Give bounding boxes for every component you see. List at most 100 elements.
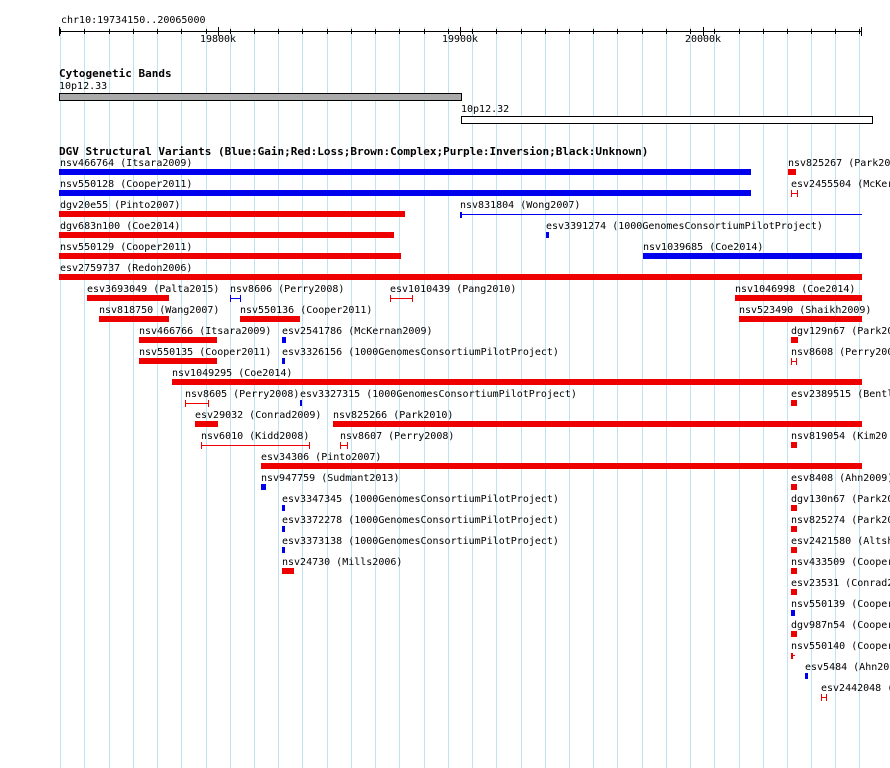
whisker-cap: [208, 400, 209, 407]
sv-feature-label: esv2389515 (Bentl: [791, 389, 890, 400]
grid-line: [787, 27, 788, 768]
sv-feature-bar[interactable]: [261, 484, 266, 490]
sv-feature-bar[interactable]: [340, 442, 348, 449]
sv-feature-bar[interactable]: [139, 337, 217, 343]
sv-feature-label: nsv8608 (Perry200: [791, 347, 890, 358]
sv-feature-label: esv8408 (Ahn2009): [791, 473, 890, 484]
sv-feature-bar[interactable]: [59, 232, 394, 238]
sv-feature-bar[interactable]: [791, 442, 797, 448]
sv-feature-bar[interactable]: [282, 547, 285, 553]
genome-browser-canvas[interactable]: chr10:19734150..20065000 19800k 19900k 2…: [0, 0, 890, 768]
sv-feature-bar[interactable]: [333, 421, 862, 427]
ruler-minor-tick: [84, 29, 85, 34]
sv-feature-bar[interactable]: [185, 400, 209, 407]
sv-feature-bar[interactable]: [791, 568, 797, 574]
whisker-cap: [390, 295, 391, 302]
ruler-minor-tick: [302, 29, 303, 34]
sv-feature-bar[interactable]: [791, 610, 795, 616]
ruler-minor-tick: [157, 29, 158, 34]
sv-feature-bar[interactable]: [791, 358, 797, 365]
sv-feature-bar[interactable]: [172, 379, 862, 385]
whisker-cap: [796, 358, 797, 365]
sv-feature-bar[interactable]: [59, 253, 401, 259]
ruler-tick-label: 19800k: [199, 34, 237, 45]
sv-feature-label: esv5484 (Ahn20: [805, 662, 890, 673]
sv-feature-label: nsv831804 (Wong2007): [460, 200, 581, 211]
sv-feature-label: dgv130n67 (Park20: [791, 494, 890, 505]
sv-feature-bar[interactable]: [791, 547, 797, 553]
sv-feature-bar[interactable]: [390, 295, 413, 302]
ruler-minor-tick: [569, 29, 570, 34]
grid-line: [763, 27, 764, 768]
sv-feature-label: esv2455504 (McKer: [791, 179, 890, 190]
sv-feature-bar[interactable]: [460, 214, 862, 215]
sv-feature-bar[interactable]: [791, 400, 797, 406]
grid-line: [84, 27, 85, 768]
sv-feature-bar[interactable]: [240, 316, 300, 322]
sv-feature-label: dgv20e55 (Pinto2007): [60, 200, 181, 211]
ruler-end-tick-right: [861, 27, 862, 36]
grid-line: [642, 27, 643, 768]
sv-feature-bar[interactable]: [201, 442, 310, 449]
whisker-cap: [309, 442, 310, 449]
sv-feature-label: esv2541786 (McKernan2009): [282, 326, 433, 337]
sv-feature-bar[interactable]: [195, 421, 218, 427]
sv-feature-bar[interactable]: [139, 358, 217, 364]
sv-feature-label: nsv8606 (Perry2008): [230, 284, 345, 295]
whisker-cap: [797, 190, 798, 197]
sv-feature-label: nsv818750 (Wang2007): [99, 305, 220, 316]
sv-feature-bar[interactable]: [282, 505, 285, 511]
sv-feature-bar[interactable]: [821, 694, 827, 701]
sv-feature-bar[interactable]: [791, 631, 797, 637]
sv-feature-label: nsv1039685 (Coe2014): [643, 242, 764, 253]
sv-feature-bar[interactable]: [805, 673, 808, 679]
sv-feature-label: nsv550136 (Cooper2011): [240, 305, 373, 316]
sv-feature-bar[interactable]: [791, 190, 798, 197]
ruler-minor-tick: [399, 29, 400, 34]
sv-feature-bar[interactable]: [739, 316, 862, 322]
ruler-tick-label: 19900k: [441, 34, 479, 45]
sv-feature-bar[interactable]: [546, 232, 549, 238]
whisker-cap: [201, 442, 202, 449]
sv-feature-bar[interactable]: [788, 169, 796, 175]
sv-feature-label: nsv24730 (Mills2006): [282, 557, 403, 568]
sv-feature-label: esv2421580 (Altsh: [791, 536, 890, 547]
sv-feature-label: nsv6010 (Kidd2008): [201, 431, 310, 442]
sv-feature-label: esv29032 (Conrad2009): [195, 410, 322, 421]
sv-feature-label: nsv550129 (Cooper2011): [60, 242, 193, 253]
sv-feature-bar[interactable]: [735, 295, 862, 301]
sv-feature-bar[interactable]: [791, 484, 797, 490]
sv-feature-bar[interactable]: [59, 211, 405, 217]
sv-feature-bar[interactable]: [282, 568, 294, 574]
sv-feature-label: nsv550135 (Cooper2011): [139, 347, 272, 358]
sv-feature-bar[interactable]: [59, 274, 862, 280]
sv-feature-label: nsv433509 (Cooper: [791, 557, 890, 568]
whisker-line: [185, 403, 209, 404]
sv-feature-bar[interactable]: [59, 190, 751, 196]
grid-line: [666, 27, 667, 768]
whisker-cap: [412, 295, 413, 302]
ruler-minor-tick: [835, 29, 836, 34]
sv-feature-bar[interactable]: [791, 589, 797, 595]
sv-feature-bar[interactable]: [791, 526, 797, 532]
sv-feature-bar[interactable]: [300, 400, 302, 406]
sv-feature-label: esv3373138 (1000GenomesConsortiumPilotPr…: [282, 536, 559, 547]
sv-feature-bar[interactable]: [99, 316, 169, 322]
sv-feature-bar[interactable]: [643, 253, 862, 259]
sv-feature-bar[interactable]: [230, 295, 241, 302]
sv-feature-label: nsv8605 (Perry2008): [185, 389, 300, 400]
sv-feature-label: nsv8607 (Perry2008): [340, 431, 455, 442]
sv-feature-bar[interactable]: [87, 295, 169, 301]
ruler-minor-tick: [739, 29, 740, 34]
sv-feature-bar[interactable]: [791, 505, 797, 511]
cytoband-bar[interactable]: [59, 93, 462, 101]
sv-feature-bar[interactable]: [282, 526, 285, 532]
sv-feature-bar[interactable]: [282, 337, 286, 343]
sv-feature-bar[interactable]: [261, 463, 862, 469]
sv-feature-bar[interactable]: [791, 337, 798, 343]
sv-feature-bar[interactable]: [59, 169, 751, 175]
ruler-minor-tick: [351, 29, 352, 34]
sv-feature-label: esv3326156 (1000GenomesConsortiumPilotPr…: [282, 347, 559, 358]
sv-feature-bar[interactable]: [282, 358, 285, 364]
cytoband-bar[interactable]: [461, 116, 873, 124]
